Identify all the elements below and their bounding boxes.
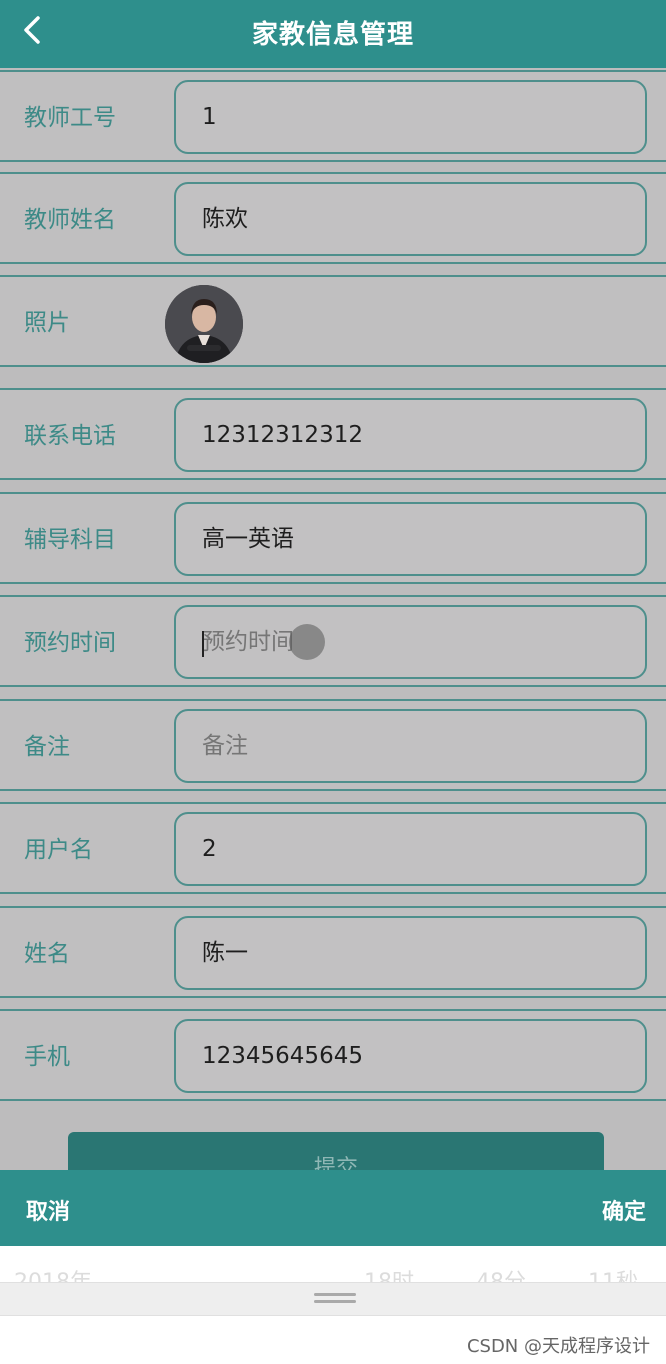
watermark-text: CSDN @天成程序设计 xyxy=(466,1336,650,1357)
picker-drag-area[interactable] xyxy=(0,1282,666,1316)
drag-handle-icon[interactable] xyxy=(314,1293,356,1305)
form-row-phone: 联系电话 12312312312 xyxy=(0,388,666,480)
teacher-name-input[interactable]: 陈欢 xyxy=(174,182,647,256)
input-value: 陈欢 xyxy=(202,206,248,232)
field-label: 备注 xyxy=(24,734,70,760)
touch-indicator xyxy=(289,624,325,660)
field-label: 照片 xyxy=(24,310,70,336)
datetime-picker-toolbar: 取消 确定 xyxy=(0,1170,666,1246)
field-label: 手机 xyxy=(24,1044,70,1070)
field-label: 预约时间 xyxy=(24,630,116,656)
form-row-subject: 辅导科目 高一英语 xyxy=(0,492,666,584)
form-row-photo: 照片 xyxy=(0,275,666,367)
input-value: 12312312312 xyxy=(202,422,363,448)
username-input[interactable]: 2 xyxy=(174,812,647,886)
form-row-remarks: 备注 备注 xyxy=(0,699,666,791)
form-row-name: 姓名 陈一 xyxy=(0,906,666,998)
form-row-appointment-time: 预约时间 预约时间 xyxy=(0,595,666,687)
appointment-time-input[interactable]: 预约时间 xyxy=(174,605,647,679)
input-placeholder: 预约时间 xyxy=(202,629,294,655)
teacher-photo-avatar[interactable] xyxy=(165,285,243,363)
datetime-picker-wheel[interactable]: 2018年 18时 48分 11秒 CSDN @天成程序设计 xyxy=(0,1246,666,1364)
text-cursor xyxy=(202,631,204,657)
field-label: 教师姓名 xyxy=(24,207,116,233)
form-row-username: 用户名 2 xyxy=(0,802,666,894)
input-value: 高一英语 xyxy=(202,526,294,552)
mobile-input[interactable]: 12345645645 xyxy=(174,1019,647,1093)
contact-phone-input[interactable]: 12312312312 xyxy=(174,398,647,472)
field-label: 用户名 xyxy=(24,837,93,863)
input-value: 12345645645 xyxy=(202,1043,363,1069)
form-row-mobile: 手机 12345645645 xyxy=(0,1009,666,1101)
name-input[interactable]: 陈一 xyxy=(174,916,647,990)
picker-cancel-button[interactable]: 取消 xyxy=(26,1194,70,1226)
page-title: 家教信息管理 xyxy=(251,20,414,50)
top-nav-bar: 家教信息管理 xyxy=(0,0,666,68)
input-value: 陈一 xyxy=(202,940,248,966)
form-row-teacher-id: 教师工号 1 xyxy=(0,70,666,162)
subject-input[interactable]: 高一英语 xyxy=(174,502,647,576)
form-row-teacher-name: 教师姓名 陈欢 xyxy=(0,172,666,264)
input-placeholder: 备注 xyxy=(202,733,248,759)
input-value: 1 xyxy=(202,104,217,130)
field-label: 辅导科目 xyxy=(24,527,116,553)
field-label: 姓名 xyxy=(24,941,70,967)
remarks-input[interactable]: 备注 xyxy=(174,709,647,783)
teacher-id-input[interactable]: 1 xyxy=(174,80,647,154)
input-value: 2 xyxy=(202,836,217,862)
field-label: 联系电话 xyxy=(24,423,116,449)
field-label: 教师工号 xyxy=(24,105,116,131)
picker-confirm-button[interactable]: 确定 xyxy=(602,1194,646,1226)
